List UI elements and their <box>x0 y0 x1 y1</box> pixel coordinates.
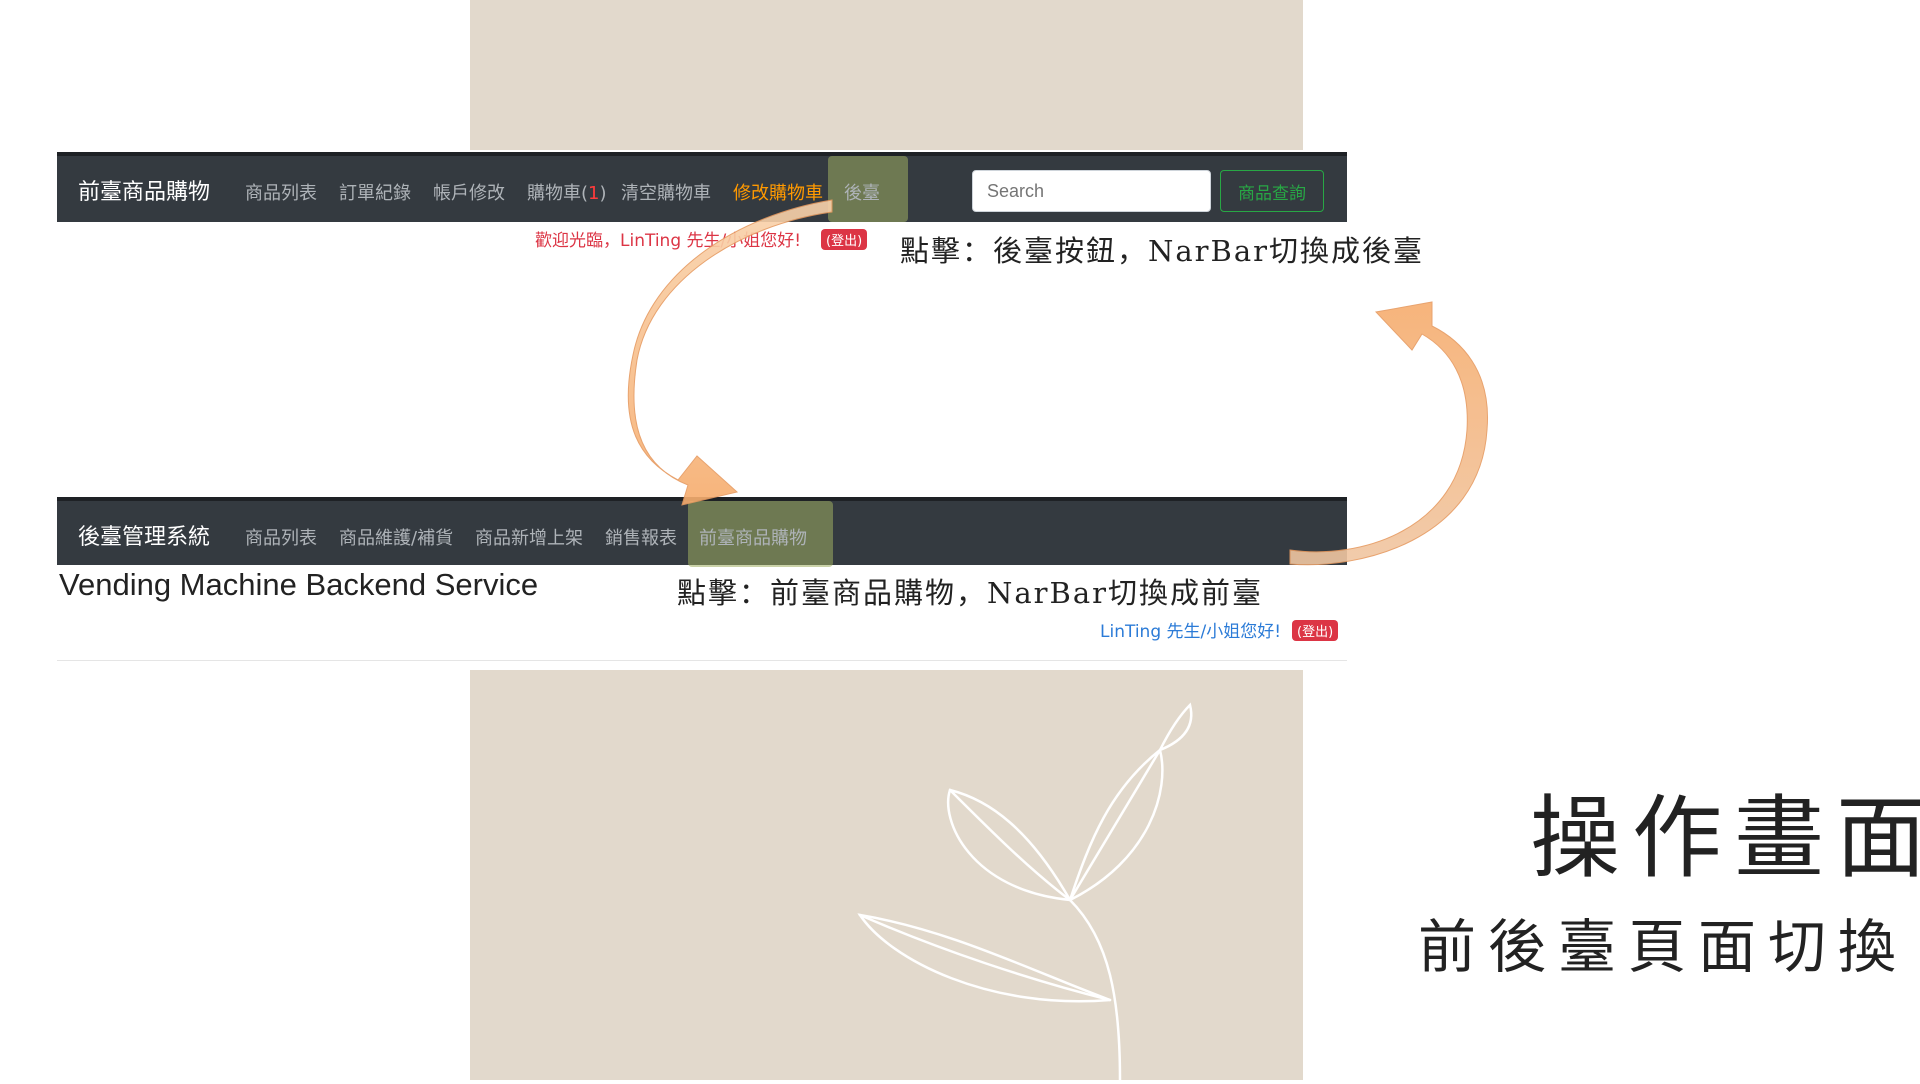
arrow-overlay <box>627 199 1489 566</box>
arrow-to-backend <box>627 199 833 506</box>
arrow-to-frontend <box>1289 301 1489 566</box>
